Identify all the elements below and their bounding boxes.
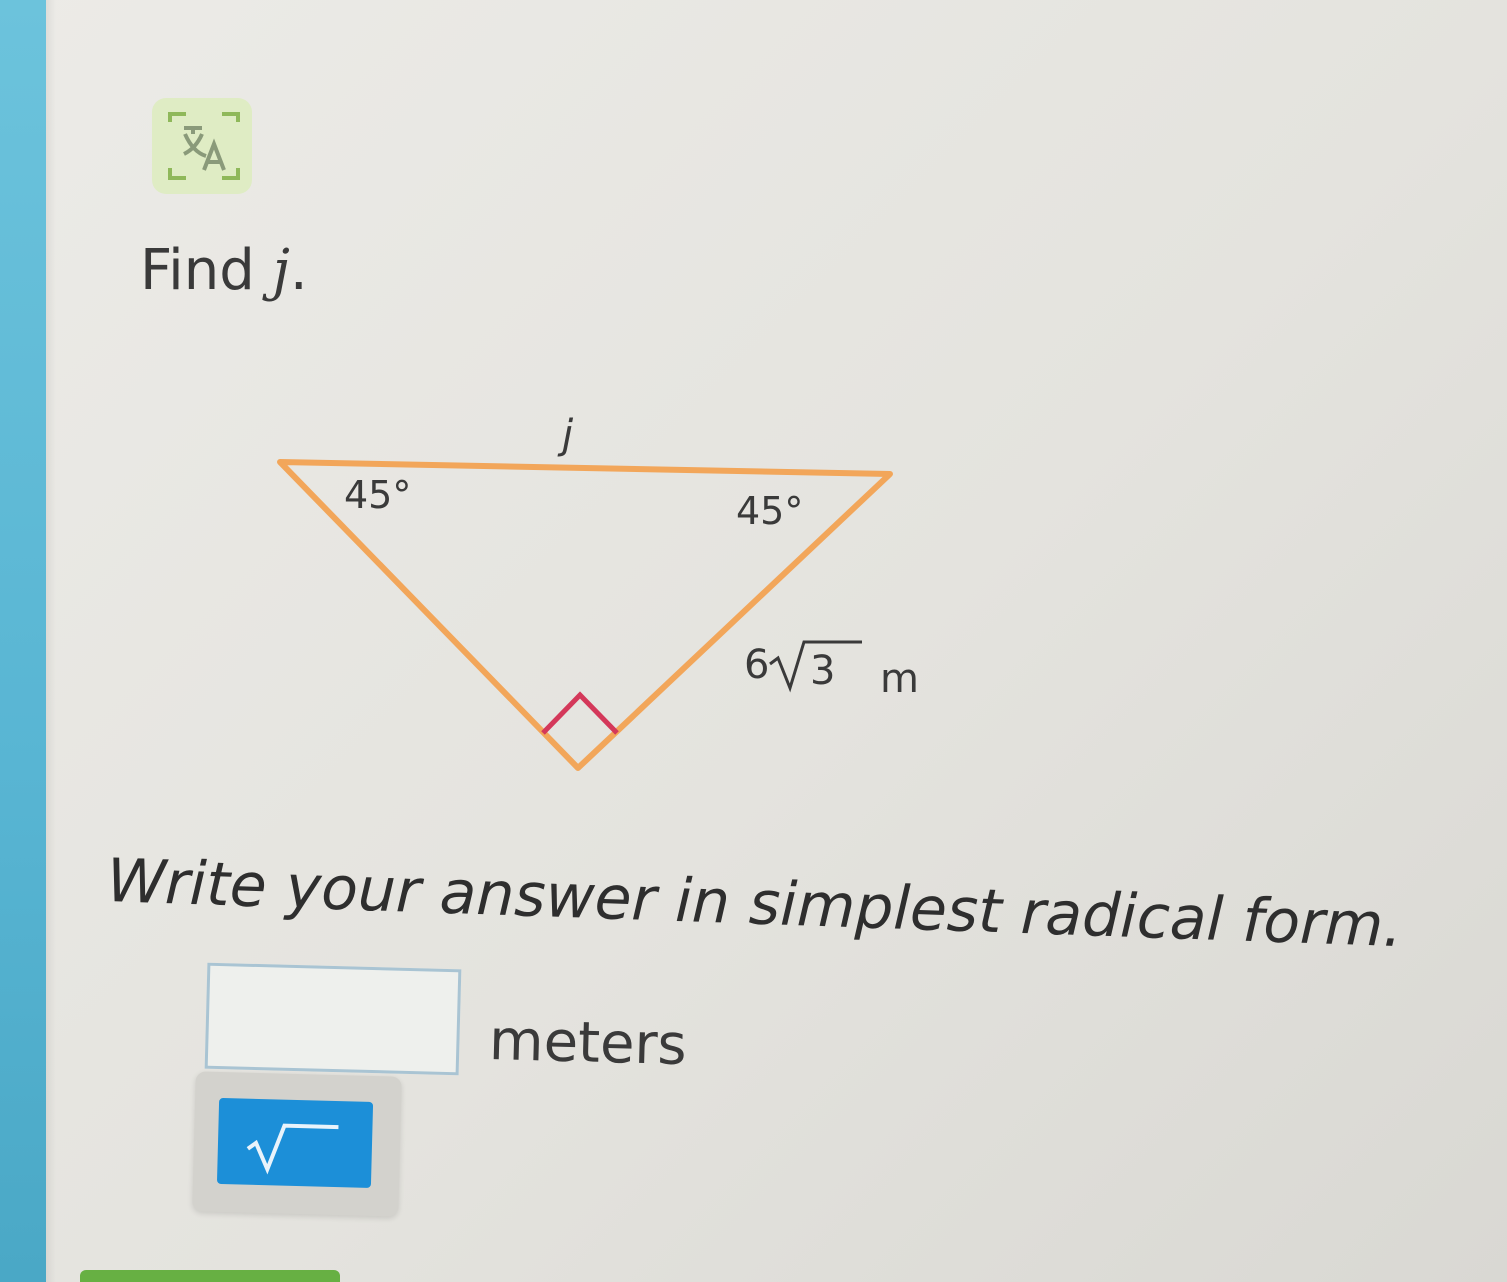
answer-unit-label: meters [488,1008,688,1079]
side-label-coefficient: 6 [744,642,769,688]
square-root-icon [246,1123,339,1175]
square-root-button[interactable] [216,1097,374,1188]
right-angle-marker [541,691,619,735]
side-label-unit: m [880,656,919,702]
angle-label-left: 45° [344,473,411,517]
side-label-radicand: 3 [810,648,835,694]
answer-input[interactable] [204,962,462,1076]
submit-button-edge[interactable] [80,1270,340,1282]
side-label-j: j [557,412,574,458]
angle-label-right: 45° [736,489,803,533]
math-toolbar [192,1071,402,1217]
